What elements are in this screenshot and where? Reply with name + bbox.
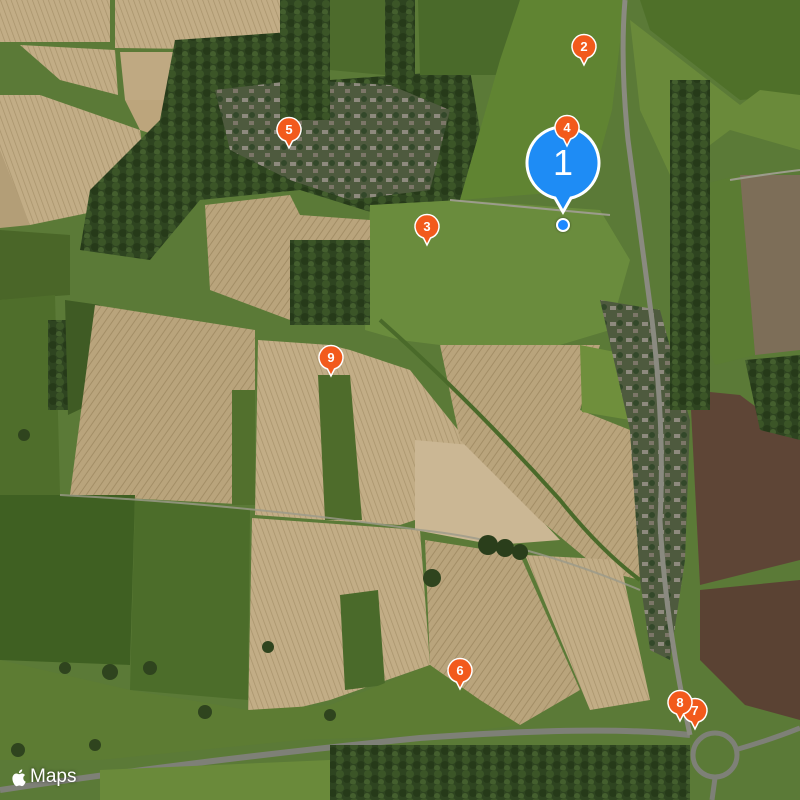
apple-logo-icon [12,768,26,786]
map-pin-4[interactable]: 4 [554,114,580,148]
pin-label: 6 [456,663,464,678]
maps-brand-label: Maps [30,766,77,787]
map-pin-9[interactable]: 9 [318,344,344,378]
satellite-imagery [0,0,800,800]
map-pin-2[interactable]: 2 [571,33,597,67]
map-pin-3[interactable]: 3 [414,213,440,247]
maps-brand: Maps [12,766,76,788]
satellite-map[interactable]: 1 2 3 4 5 6 7 8 9 Maps [0,0,800,800]
pin-label: 5 [285,122,293,137]
map-pin-6[interactable]: 6 [447,657,473,691]
pin-label: 3 [423,219,431,234]
map-pin-5[interactable]: 5 [276,116,302,150]
map-pin-8[interactable]: 8 [667,689,693,723]
pin-label: 9 [327,350,335,365]
current-location-dot [556,218,570,232]
pin-label: 1 [552,142,574,183]
pin-label: 4 [563,120,571,135]
pin-label: 2 [580,39,588,54]
pin-label: 8 [676,695,684,710]
